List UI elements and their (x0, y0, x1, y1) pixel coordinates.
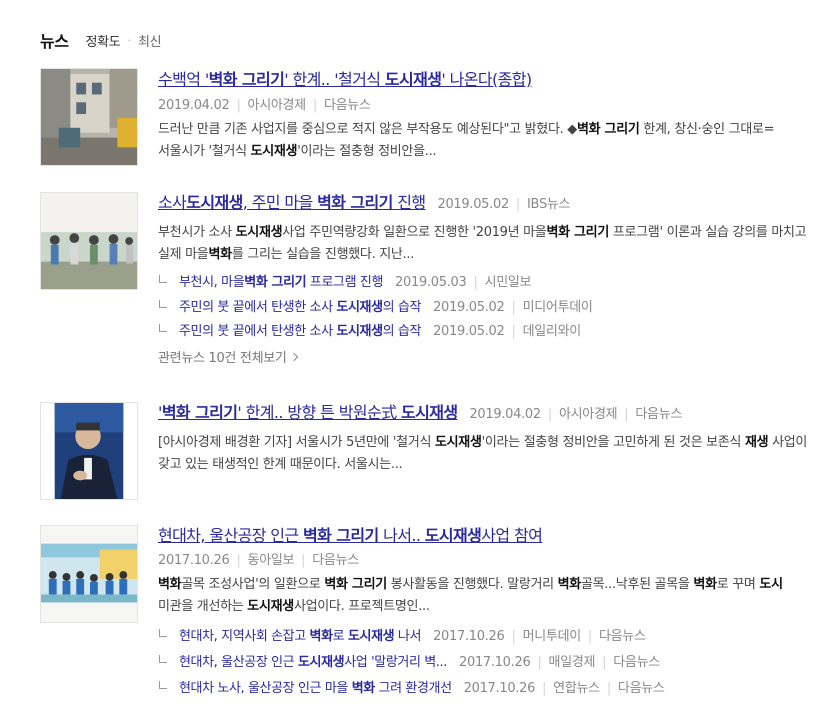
news-via[interactable]: 다음뉴스 (613, 655, 660, 670)
related-news-item: 주민의 붓 끝에서 탄생한 소사 도시재생의 습작 2019.05.02 | 미디어투… (158, 296, 813, 321)
news-via[interactable]: 다음뉴스 (599, 629, 646, 644)
news-source[interactable]: 동아일보 (248, 553, 295, 568)
news-thumbnail[interactable] (40, 192, 138, 290)
related-news-link[interactable]: 주민의 붓 끝에서 탄생한 소사 도시재생의 습작 (179, 324, 421, 339)
related-news-list: 부천시, 마을벽화 그리기 프로그램 진행 2019.05.03 | 시민일보 주민의… (158, 271, 813, 345)
news-thumbnail[interactable] (40, 68, 138, 166)
news-via[interactable]: 다음뉴스 (324, 98, 371, 113)
reply-arrow-icon (159, 681, 167, 689)
news-title-link[interactable]: '벽화 그리기' 한계.. 방향 튼 박원순式 도시재생 (158, 403, 458, 422)
news-date: 2017.10.26 (158, 553, 230, 568)
chevron-right-icon (289, 352, 298, 361)
news-via[interactable]: 다음뉴스 (618, 681, 665, 696)
reply-arrow-icon (159, 324, 167, 332)
volunteers-photo-icon (41, 526, 137, 622)
news-source[interactable]: 아시아경제 (248, 98, 307, 113)
related-news-item: 현대차, 울산공장 인근 도시재생사업 '말랑거리 벽... 2017.10.26… (158, 650, 813, 676)
news-date: 2019.05.02 (437, 197, 509, 212)
news-meta: 2017.10.26 | 동아일보 | 다음뉴스 (158, 553, 359, 568)
related-news-item: 부천시, 마을벽화 그리기 프로그램 진행 2019.05.03 | 시민일보 (158, 271, 813, 296)
news-description: 드러난 만큼 기존 사업지를 중심으로 적지 않은 부작용도 예상된다"고 밝혔… (158, 122, 775, 159)
news-date: 2019.04.02 (158, 98, 230, 113)
related-news-item: 주민의 붓 끝에서 탄생한 소사 도시재생의 습작 2019.05.02 | 데일리와… (158, 320, 813, 345)
news-description: 부천시가 소사 도시재생사업 주민역량강화 일환으로 진행한 '2019년 마을… (158, 225, 807, 262)
related-news-item: 현대차, 지역사회 손잡고 벽화로 도시재생 나서 2017.10.26 | 머니투데… (158, 624, 813, 650)
portrait-photo-icon (41, 403, 137, 499)
news-source[interactable]: 아시아경제 (559, 407, 618, 422)
news-title-link[interactable]: 현대차, 울산공장 인근 벽화 그리기 나서.. 도시재생사업 참여 (158, 526, 543, 545)
news-source[interactable]: 연합뉴스 (553, 681, 600, 696)
news-source[interactable]: 미디어투데이 (523, 300, 593, 315)
news-search-results: 뉴스 정확도 · 최신 수백억 '벽화 그리기' 한계.. '철거식 도시재생'… (0, 0, 839, 713)
news-title-link[interactable]: 수백억 '벽화 그리기' 한계.. '철거식 도시재생' 나온다(종합) (158, 70, 532, 89)
sort-latest-link[interactable]: 최신 (138, 31, 162, 50)
sort-separator: · (127, 33, 131, 47)
reply-arrow-icon (159, 299, 167, 308)
news-source[interactable]: 머니투데이 (523, 629, 582, 644)
news-source[interactable]: IBS뉴스 (527, 197, 571, 212)
news-date: 2019.05.02 (433, 324, 505, 339)
mural-photo-icon (41, 193, 137, 289)
news-thumbnail[interactable] (40, 402, 138, 500)
news-date: 2019.05.02 (433, 299, 505, 315)
news-date: 2017.10.26 (433, 629, 505, 644)
news-date: 2019.05.03 (395, 275, 467, 290)
related-news-link[interactable]: 주민의 붓 끝에서 탄생한 소사 도시재생의 습작 (179, 300, 421, 315)
related-news-link[interactable]: 현대차, 울산공장 인근 도시재생사업 '말랑거리 벽... (179, 655, 447, 670)
news-source[interactable]: 데일리와이 (523, 324, 582, 339)
related-news-more-link[interactable]: 관련뉴스 10건 전체보기 (158, 349, 813, 369)
news-description: [아시아경제 배경환 기자] 서울시가 5년만에 '철거식 도시재생'이라는 절… (158, 435, 808, 472)
related-news-link[interactable]: 부천시, 마을벽화 그리기 프로그램 진행 (179, 275, 383, 290)
street-photo-icon (41, 69, 137, 165)
related-news-list: 현대차, 지역사회 손잡고 벽화로 도시재생 나서 2017.10.26 | 머니투데… (158, 624, 813, 702)
reply-arrow-icon (159, 655, 167, 663)
news-source[interactable]: 매일경제 (549, 655, 596, 670)
news-via[interactable]: 다음뉴스 (635, 407, 682, 422)
reply-arrow-icon (159, 275, 167, 283)
news-date: 2017.10.26 (459, 655, 531, 670)
related-news-link[interactable]: 현대차 노사, 울산공장 인근 마을 벽화 그려 환경개선 (179, 681, 452, 696)
section-title: 뉴스 (40, 32, 69, 51)
related-news-item: 현대차 노사, 울산공장 인근 마을 벽화 그려 환경개선 2017.10.26 |… (158, 676, 813, 702)
reply-arrow-icon (159, 629, 167, 637)
news-source[interactable]: 시민일보 (485, 275, 532, 290)
related-news-link[interactable]: 현대차, 지역사회 손잡고 벽화로 도시재생 나서 (179, 629, 421, 644)
news-via[interactable]: 다음뉴스 (312, 553, 359, 568)
news-thumbnail[interactable] (40, 525, 138, 623)
news-section-header: 뉴스 정확도 · 최신 (40, 28, 162, 52)
news-title-link[interactable]: 소사도시재생, 주민 마을 벽화 그리기 진행 (158, 193, 426, 212)
sort-accuracy-link[interactable]: 정확도 (85, 31, 120, 50)
news-meta: 2019.05.02 | IBS뉴스 (437, 197, 571, 212)
news-date: 2019.04.02 (469, 407, 541, 422)
news-meta: 2019.04.02 | 아시아경제 | 다음뉴스 (158, 98, 371, 113)
news-meta: 2019.04.02 | 아시아경제 | 다음뉴스 (469, 407, 683, 422)
news-description: 벽화골목 조성사업'의 일환으로 벽화 그리기 봉사활동을 진행했다. 말랑거리… (158, 577, 783, 614)
news-date: 2017.10.26 (463, 681, 536, 696)
